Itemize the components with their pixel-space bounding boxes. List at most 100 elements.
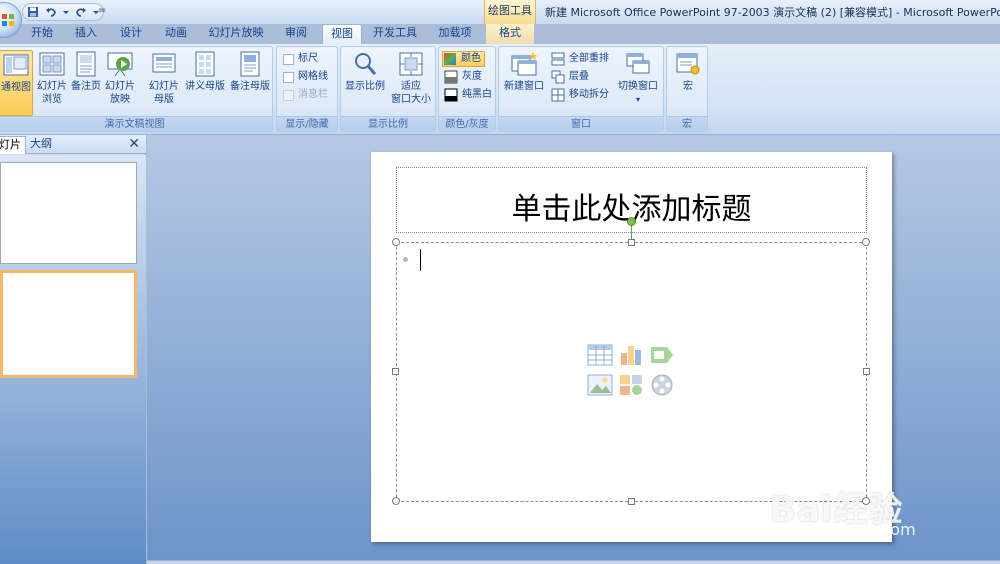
slide-sorter-icon xyxy=(39,52,65,76)
ribbon: 通视图 幻灯片 浏览 备注页 幻灯片 放映 幻灯片 母版 讲义母版 备注母版 演示文稿… xyxy=(0,44,1000,135)
group-label-color-grayscale: 颜色/灰度 xyxy=(439,116,495,131)
rotation-handle[interactable] xyxy=(627,217,636,226)
new-window-button[interactable]: 新建窗口 xyxy=(501,50,547,93)
switch-windows-dropdown-icon: ▾ xyxy=(635,95,640,104)
group-label-zoom: 显示比例 xyxy=(341,116,435,131)
handout-master-button[interactable]: 讲义母版 xyxy=(183,50,227,93)
switch-windows-button[interactable]: 切换窗口 ▾ xyxy=(615,50,661,106)
group-label-window: 窗口 xyxy=(499,116,663,131)
ribbon-tabs: 开始 插入 设计 动画 幻灯片放映 审阅 视图 开发工具 加载项 格式 xyxy=(0,24,1000,44)
insert-media-icon[interactable] xyxy=(649,373,675,397)
color-palette-icon xyxy=(444,53,456,65)
macros-icon xyxy=(676,53,700,75)
switch-windows-icon xyxy=(626,53,650,74)
notes-page-icon xyxy=(76,51,96,77)
pure-black-white-button[interactable]: 纯黑白 xyxy=(444,87,492,103)
watermark-url: jingyan.baidu.com xyxy=(768,520,916,539)
slide-thumbnail-1[interactable] xyxy=(0,162,137,264)
insert-clipart-icon[interactable] xyxy=(618,373,644,397)
color-button[interactable]: 颜色 xyxy=(442,51,485,67)
grayscale-icon xyxy=(444,70,458,84)
normal-view-icon xyxy=(3,54,29,76)
pane-tabs: 灯片 大纲 ✕ xyxy=(0,135,146,154)
tab-format[interactable]: 格式 xyxy=(486,24,534,44)
title-bar: = 绘图工具 新建 Microsoft Office PowerPoint 97… xyxy=(0,0,1000,38)
arrange-all-button[interactable]: 全部重排 xyxy=(551,51,609,67)
tab-review[interactable]: 审阅 xyxy=(276,24,316,44)
slide-thumbnail-2[interactable] xyxy=(0,270,137,378)
insert-smartart-icon[interactable] xyxy=(649,343,675,367)
group-label-presentation-views: 演示文稿视图 xyxy=(0,116,272,131)
fit-to-window-button[interactable]: 适应 窗口大小 xyxy=(389,50,433,106)
close-pane-icon[interactable]: ✕ xyxy=(128,136,140,152)
undo-dropdown-icon[interactable] xyxy=(63,6,69,18)
insert-chart-icon[interactable] xyxy=(618,343,644,367)
save-icon[interactable] xyxy=(27,6,39,18)
tab-slides[interactable]: 灯片 xyxy=(0,136,26,154)
tab-home[interactable]: 开始 xyxy=(22,24,62,44)
black-white-icon xyxy=(444,88,458,102)
group-zoom: 显示比例 适应 窗口大小 显示比例 xyxy=(340,46,436,132)
group-color-grayscale: 颜色 灰度 纯黑白 颜色/灰度 xyxy=(438,46,496,132)
group-window: 新建窗口 全部重排 层叠 移动拆分 切换窗口 ▾ 窗口 xyxy=(498,46,664,132)
insert-table-icon[interactable] xyxy=(587,343,613,367)
new-window-icon xyxy=(511,52,537,76)
cascade-button[interactable]: 层叠 xyxy=(551,69,589,85)
ruler-checkbox[interactable]: 标尺 xyxy=(283,51,318,67)
message-bar-check-icon xyxy=(283,89,294,101)
notes-page-button[interactable]: 备注页 xyxy=(71,50,101,93)
tab-insert[interactable]: 插入 xyxy=(66,24,106,44)
message-bar-checkbox[interactable]: 消息栏 xyxy=(283,87,328,103)
drawing-tools-header: 绘图工具 xyxy=(484,0,536,24)
resize-handle-bottom-left[interactable] xyxy=(392,497,400,505)
resize-handle-left[interactable] xyxy=(392,368,399,375)
grayscale-button[interactable]: 灰度 xyxy=(444,69,482,85)
tab-view[interactable]: 视图 xyxy=(322,24,362,44)
group-label-show-hide: 显示/隐藏 xyxy=(277,116,337,131)
bullet-icon xyxy=(403,257,408,262)
slide-sorter-button[interactable]: 幻灯片 浏览 xyxy=(35,50,69,106)
window-title: 新建 Microsoft Office PowerPoint 97-2003 演… xyxy=(545,6,1000,19)
cascade-icon xyxy=(551,70,565,84)
tab-slideshow[interactable]: 幻灯片放映 xyxy=(204,24,268,44)
resize-handle-right[interactable] xyxy=(863,368,870,375)
slide-thumbnail-list[interactable] xyxy=(0,155,146,564)
tab-outline[interactable]: 大纲 xyxy=(26,136,56,154)
magnifier-icon xyxy=(355,53,377,75)
slide-master-button[interactable]: 幻灯片 母版 xyxy=(147,50,181,106)
insert-picture-icon[interactable] xyxy=(587,373,613,397)
group-macros: 宏 宏 xyxy=(666,46,708,132)
move-split-button[interactable]: 移动拆分 xyxy=(551,87,609,103)
ruler-check-icon xyxy=(283,53,294,65)
slideshow-icon xyxy=(107,52,133,77)
resize-handle-top-left[interactable] xyxy=(392,238,400,246)
notes-master-icon xyxy=(240,51,260,77)
resize-handle-bottom[interactable] xyxy=(628,498,635,505)
tab-addins[interactable]: 加载项 xyxy=(430,24,480,44)
redo-icon[interactable] xyxy=(75,6,87,18)
horizontal-scrollbar[interactable] xyxy=(147,560,1000,564)
insert-content-icons xyxy=(587,343,677,399)
gridlines-check-icon xyxy=(283,71,294,83)
text-cursor xyxy=(420,249,421,271)
slides-pane: 灯片 大纲 ✕ xyxy=(0,135,146,564)
arrange-all-icon xyxy=(551,52,565,66)
content-placeholder[interactable] xyxy=(396,242,867,502)
customize-qat-button[interactable]: = xyxy=(98,5,106,16)
undo-icon[interactable] xyxy=(45,6,57,18)
office-logo-icon xyxy=(2,14,14,26)
normal-view-button[interactable]: 通视图 xyxy=(0,50,33,116)
resize-handle-top[interactable] xyxy=(628,239,635,246)
notes-master-button[interactable]: 备注母版 xyxy=(229,50,271,93)
group-label-macros: 宏 xyxy=(667,116,707,131)
zoom-button[interactable]: 显示比例 xyxy=(343,50,387,93)
gridlines-checkbox[interactable]: 网格线 xyxy=(283,69,328,85)
quick-access-toolbar xyxy=(22,3,104,21)
resize-handle-top-right[interactable] xyxy=(862,238,870,246)
tab-developer[interactable]: 开发工具 xyxy=(366,24,424,44)
slideshow-button[interactable]: 幻灯片 放映 xyxy=(103,50,137,106)
macros-button[interactable]: 宏 xyxy=(671,50,705,93)
handout-master-icon xyxy=(195,51,215,77)
tab-animations[interactable]: 动画 xyxy=(156,24,196,44)
tab-design[interactable]: 设计 xyxy=(111,24,151,44)
